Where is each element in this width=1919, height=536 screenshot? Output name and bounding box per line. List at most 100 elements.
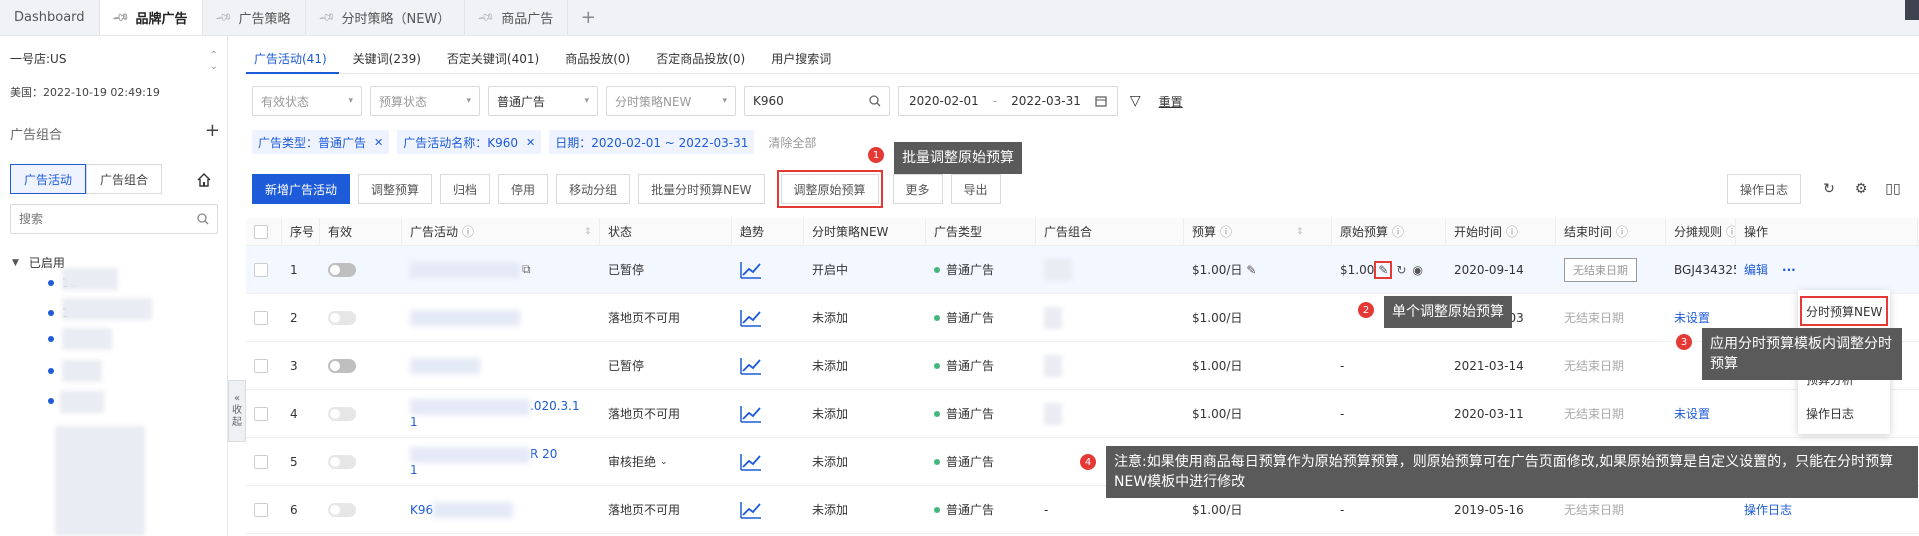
cell-allocation-rule[interactable]: 未设置	[1666, 390, 1736, 437]
ad-type-filter[interactable]: 普通广告 ▾	[488, 86, 598, 116]
cell-campaign[interactable]	[402, 342, 600, 389]
chevron-down-icon[interactable]: ⌄	[660, 457, 668, 467]
add-tab-button[interactable]: +	[568, 0, 608, 35]
row-select[interactable]	[246, 438, 282, 485]
subtab-campaigns[interactable]: 广告活动(41)	[246, 36, 339, 74]
subtab-negative-product-targeting[interactable]: 否定商品投放(0)	[648, 36, 757, 74]
trend-chart-icon[interactable]	[740, 261, 762, 279]
add-portfolio-button[interactable]: +	[205, 122, 220, 143]
op-log-link[interactable]: 操作日志	[1744, 501, 1792, 518]
filter-icon[interactable]: ▽	[1130, 93, 1141, 109]
cell-trend[interactable]	[732, 246, 804, 293]
clear-all-link[interactable]: 清除全部	[768, 134, 816, 151]
subtab-negative-keywords[interactable]: 否定关键词(401)	[439, 36, 551, 74]
store-select[interactable]: 一号店:US ⌃ ⌄	[10, 50, 218, 72]
subtab-product-targeting[interactable]: 商品投放(0)	[557, 36, 642, 74]
checkbox[interactable]	[254, 262, 268, 277]
subtab-search-terms[interactable]: 用户搜索词	[763, 36, 843, 74]
search-icon[interactable]	[869, 95, 881, 107]
col-start-time[interactable]: 开始时间 ⓘ	[1446, 218, 1556, 245]
enabled-toggle[interactable]	[328, 262, 356, 277]
cell-trend[interactable]	[732, 342, 804, 389]
trend-chart-icon[interactable]	[740, 453, 762, 471]
more-icon[interactable]: ···	[1782, 263, 1796, 277]
sidebar-search-input[interactable]	[19, 212, 197, 226]
cell-campaign[interactable]: K96	[402, 486, 600, 533]
close-icon[interactable]: ✕	[526, 136, 535, 149]
export-button[interactable]: 导出	[950, 174, 1001, 204]
row-select[interactable]	[246, 486, 282, 533]
gear-icon[interactable]: ⚙	[1845, 181, 1877, 197]
reset-link[interactable]: 重置	[1159, 93, 1183, 110]
row-select[interactable]	[246, 294, 282, 341]
cell-campaign[interactable]: .020.3.1 1	[402, 390, 600, 437]
archive-button[interactable]: 归档	[440, 174, 491, 204]
table-row[interactable]: 4 .020.3.1 1 落地页不可用 未添加 普通广告 $1.00/日 - 20…	[246, 390, 1919, 438]
columns-icon[interactable]: ▯▯	[1877, 181, 1909, 197]
cell-trend[interactable]	[732, 438, 804, 485]
close-icon[interactable]: ✕	[374, 136, 383, 149]
cell-campaign[interactable]	[402, 294, 600, 341]
col-end-time[interactable]: 结束时间 ⓘ	[1556, 218, 1666, 245]
campaign-name[interactable]: R 20	[530, 447, 557, 463]
end-date-button[interactable]: 无结束日期	[1564, 257, 1637, 282]
reset-icon[interactable]: ↻	[1396, 263, 1406, 277]
checkbox[interactable]	[254, 454, 268, 469]
sort-icon[interactable]: ⇕	[584, 227, 592, 237]
cell-trend[interactable]	[732, 486, 804, 533]
seg-portfolios[interactable]: 广告组合	[86, 164, 162, 194]
cell-enabled[interactable]	[320, 246, 402, 293]
header-select-all[interactable]	[246, 218, 282, 245]
sort-icon[interactable]: ⇕	[1296, 227, 1304, 237]
checkbox[interactable]	[254, 358, 268, 373]
cell-campaign[interactable]: R 20 1	[402, 438, 600, 485]
checkbox[interactable]	[254, 224, 268, 239]
keyword-search[interactable]: K960	[744, 86, 890, 116]
home-icon[interactable]	[196, 172, 212, 188]
status-filter[interactable]: 有效状态 ▾	[252, 86, 362, 116]
strategy-filter[interactable]: 分时策略NEW ▾	[606, 86, 736, 116]
tab-time-strategy[interactable]: 📌︎ 分时策略（NEW）	[306, 0, 466, 35]
trend-chart-icon[interactable]	[740, 357, 762, 375]
tab-product-ads[interactable]: 📌︎ 商品广告	[465, 0, 569, 35]
col-budget[interactable]: 预算 ⓘ ⇕	[1184, 218, 1332, 245]
tree-item[interactable]	[48, 368, 62, 374]
edit-icon[interactable]: ✎	[1246, 263, 1256, 277]
trend-chart-icon[interactable]	[740, 405, 762, 423]
edit-link[interactable]: 编辑	[1744, 261, 1768, 278]
seg-campaigns[interactable]: 广告活动	[10, 164, 86, 194]
col-campaign[interactable]: 广告活动 ⓘ ⇕	[402, 218, 600, 245]
more-button[interactable]: 更多	[892, 174, 943, 204]
cell-campaign[interactable]: ⧉	[402, 246, 600, 293]
cell-end-time[interactable]: 无结束日期	[1556, 246, 1666, 293]
refresh-icon[interactable]: ↻	[1813, 181, 1845, 197]
campaign-name-line2[interactable]: 1	[410, 463, 418, 477]
subtab-keywords[interactable]: 关键词(239)	[345, 36, 433, 74]
cell-trend[interactable]	[732, 294, 804, 341]
date-range-picker[interactable]: 2020-02-01 - 2022-03-31	[898, 86, 1118, 116]
new-campaign-button[interactable]: 新增广告活动	[252, 174, 351, 204]
search-icon[interactable]	[197, 213, 209, 225]
tab-dashboard[interactable]: Dashboard	[0, 0, 100, 35]
menu-item-op-log[interactable]: 操作日志	[1798, 396, 1890, 430]
sidebar-collapse-handle[interactable]: «收起	[228, 380, 246, 442]
table-row[interactable]: 1 ⧉ 已暂停 开启中 普通广告 $1.00/日 ✎ $1.00 ✎ ↻ ◉ 2020-…	[246, 246, 1919, 294]
row-select[interactable]	[246, 342, 282, 389]
move-group-button[interactable]: 移动分组	[556, 174, 631, 204]
budget-status-filter[interactable]: 预算状态 ▾	[370, 86, 480, 116]
op-log-button[interactable]: 操作日志	[1726, 174, 1801, 204]
edit-icon[interactable]: ✎	[1374, 260, 1393, 279]
checkbox[interactable]	[254, 310, 268, 325]
cell-budget[interactable]: $1.00/日 ✎	[1184, 246, 1332, 293]
campaign-name[interactable]: .020.3.1	[530, 399, 580, 415]
campaign-name[interactable]: K96	[410, 503, 433, 517]
tab-ad-strategy[interactable]: 📌︎ 广告策略	[203, 0, 306, 35]
enabled-toggle[interactable]	[328, 358, 356, 373]
trend-chart-icon[interactable]	[740, 309, 762, 327]
menu-item-time-budget[interactable]: 分时预算NEW	[1798, 294, 1890, 328]
row-select[interactable]	[246, 390, 282, 437]
external-link-icon[interactable]: ⧉	[522, 262, 531, 277]
cell-status[interactable]: 审核拒绝 ⌄	[600, 438, 732, 485]
batch-time-budget-button[interactable]: 批量分时预算NEW	[638, 174, 765, 204]
tab-brand-ads[interactable]: 📌︎ 品牌广告	[99, 0, 203, 35]
